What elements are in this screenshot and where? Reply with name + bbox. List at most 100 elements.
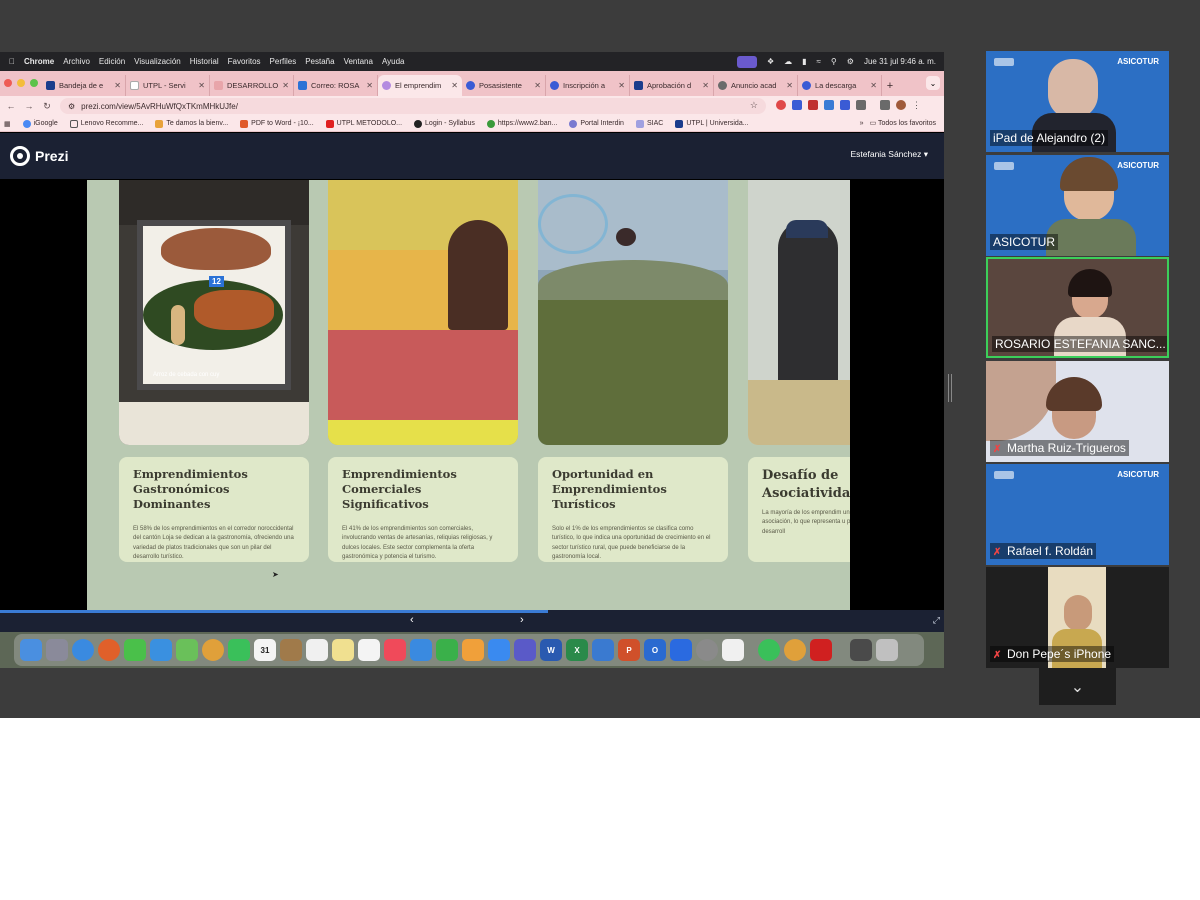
close-tab-icon[interactable]: ✕ — [198, 81, 205, 90]
acrobat-icon[interactable] — [810, 639, 832, 661]
apple-icon[interactable]:  — [9, 57, 15, 66]
menu-clock[interactable]: Jue 31 jul 9:46 a. m. — [864, 57, 936, 66]
trash-icon[interactable] — [876, 639, 898, 661]
bookmark-item[interactable]: Te damos la bienv... — [155, 119, 228, 128]
zoom-icon[interactable] — [670, 639, 692, 661]
extension-icon[interactable] — [792, 100, 802, 110]
extension-icon[interactable] — [776, 100, 786, 110]
profile-avatar-icon[interactable] — [896, 100, 906, 110]
close-tab-icon[interactable]: ✕ — [114, 81, 121, 90]
bookmark-item[interactable]: SIAC — [635, 119, 663, 128]
cloud-icon[interactable]: ☁ — [784, 57, 792, 66]
menu-pestana[interactable]: Pestaña — [305, 57, 334, 66]
onedrive-icon[interactable] — [592, 639, 614, 661]
battery-icon[interactable]: ▮ — [802, 57, 806, 66]
menu-app-name[interactable]: Chrome — [24, 57, 54, 66]
bookmark-item[interactable]: UTPL | Universida... — [675, 119, 749, 128]
next-slide-button[interactable]: › — [520, 614, 524, 626]
back-icon[interactable]: ← — [4, 101, 18, 111]
extension-icon[interactable] — [840, 100, 850, 110]
teams-icon[interactable] — [514, 639, 536, 661]
menu-ayuda[interactable]: Ayuda — [382, 57, 405, 66]
puzzle-icon[interactable] — [856, 100, 866, 110]
close-tab-icon[interactable]: ✕ — [786, 81, 793, 90]
word-icon[interactable]: W — [540, 639, 562, 661]
browser-tab[interactable]: DESARROLLO ✕ — [210, 75, 294, 96]
all-bookmarks-button[interactable]: ▭ Todos los favoritos — [870, 119, 936, 127]
wifi-icon[interactable]: ≈ — [817, 57, 821, 66]
more-participants-button[interactable]: ⌄ — [1039, 668, 1116, 705]
menu-perfiles[interactable]: Perfiles — [270, 57, 297, 66]
launchpad-icon[interactable] — [46, 639, 68, 661]
download-icon[interactable] — [880, 100, 890, 110]
menu-favoritos[interactable]: Favoritos — [228, 57, 261, 66]
pages-icon[interactable] — [462, 639, 484, 661]
close-tab-icon[interactable]: ✕ — [451, 81, 458, 90]
bookmark-item[interactable]: PDF to Word - ¡10... — [240, 119, 314, 128]
finder-icon[interactable] — [20, 639, 42, 661]
fullscreen-icon[interactable]: ⤢ — [933, 615, 940, 626]
downloads-stack-icon[interactable] — [850, 639, 872, 661]
keynote-icon[interactable] — [410, 639, 432, 661]
search-icon[interactable]: ⚲ — [831, 57, 837, 66]
participant-tile[interactable]: ✗ Martha Ruiz-Trigueros — [986, 361, 1169, 462]
bookmark-item[interactable]: Lenovo Recomme... — [69, 119, 143, 128]
photos-icon[interactable] — [202, 639, 224, 661]
browser-tab[interactable]: La descarga ✕ — [798, 75, 882, 96]
apps-grid-icon[interactable]: ▦ — [4, 120, 11, 128]
minimize-window-icon[interactable] — [17, 79, 25, 87]
menu-archivo[interactable]: Archivo — [63, 57, 90, 66]
close-tab-icon[interactable]: ✕ — [618, 81, 625, 90]
participant-tile[interactable]: ASICOTUR ASICOTUR — [986, 155, 1169, 256]
close-tab-icon[interactable]: ✕ — [870, 81, 877, 90]
menu-visualizacion[interactable]: Visualización — [134, 57, 181, 66]
menu-historial[interactable]: Historial — [190, 57, 219, 66]
participant-tile[interactable]: ASICOTUR ✗ Rafael f. Roldán — [986, 464, 1169, 565]
prezi-logo[interactable]: Prezi — [10, 146, 68, 166]
screen-share-icon[interactable] — [736, 55, 757, 68]
reload-icon[interactable]: ↻ — [40, 101, 54, 112]
notes-folder-icon[interactable] — [280, 639, 302, 661]
freeform-icon[interactable] — [358, 639, 380, 661]
bookmark-item[interactable]: UTPL METODOLO... — [325, 119, 402, 128]
powerpoint-icon[interactable]: P — [618, 639, 640, 661]
presenter-menu[interactable]: Estefania Sánchez ▾ — [850, 149, 928, 160]
url-input[interactable] — [81, 101, 682, 111]
browser-tab[interactable]: UTPL - Servi ✕ — [126, 75, 210, 96]
facetime-icon[interactable] — [228, 639, 250, 661]
participant-tile-active-speaker[interactable]: ROSARIO ESTEFANIA SANC... — [986, 257, 1169, 358]
maps-icon[interactable] — [176, 639, 198, 661]
excel-icon[interactable]: X — [566, 639, 588, 661]
browser-tab[interactable]: Bandeja de e ✕ — [42, 75, 126, 96]
mail-icon[interactable] — [150, 639, 172, 661]
browser-tab[interactable]: Anuncio acad ✕ — [714, 75, 798, 96]
participant-tile[interactable]: ASICOTUR iPad de Alejandro (2) — [986, 51, 1169, 152]
system-settings-icon[interactable] — [696, 639, 718, 661]
menu-ventana[interactable]: Ventana — [344, 57, 373, 66]
zoom-window-icon[interactable] — [30, 79, 38, 87]
bookmark-item[interactable]: Portal Interdin — [569, 119, 624, 128]
music-icon[interactable] — [384, 639, 406, 661]
address-bar[interactable]: ⚙ ☆ — [60, 98, 766, 114]
reminders-icon[interactable] — [306, 639, 328, 661]
forward-icon[interactable]: → — [22, 101, 36, 111]
browser-tab[interactable]: Aprobación d ✕ — [630, 75, 714, 96]
bookmark-item[interactable]: iGoogle — [22, 119, 58, 128]
dropbox-icon[interactable]: ❖ — [767, 57, 774, 66]
site-info-icon[interactable]: ⚙ — [68, 102, 75, 111]
extension-icon[interactable] — [808, 100, 818, 110]
extension-icon[interactable] — [824, 100, 834, 110]
menu-edicion[interactable]: Edición — [99, 57, 125, 66]
close-tab-icon[interactable]: ✕ — [534, 81, 541, 90]
control-center-icon[interactable]: ⚙ — [847, 57, 854, 66]
firefox-icon[interactable] — [98, 639, 120, 661]
numbers-icon[interactable] — [436, 639, 458, 661]
safari-icon[interactable] — [72, 639, 94, 661]
chrome-icon[interactable] — [784, 639, 806, 661]
bookmark-item[interactable]: https://www2.ban... — [486, 119, 557, 128]
messages-icon[interactable] — [124, 639, 146, 661]
participant-tile[interactable]: ✗ Don Pepe´s iPhone — [986, 567, 1169, 668]
browser-tab[interactable]: Correo: ROSA ✕ — [294, 75, 378, 96]
notes-icon[interactable] — [332, 639, 354, 661]
close-tab-icon[interactable]: ✕ — [366, 81, 373, 90]
